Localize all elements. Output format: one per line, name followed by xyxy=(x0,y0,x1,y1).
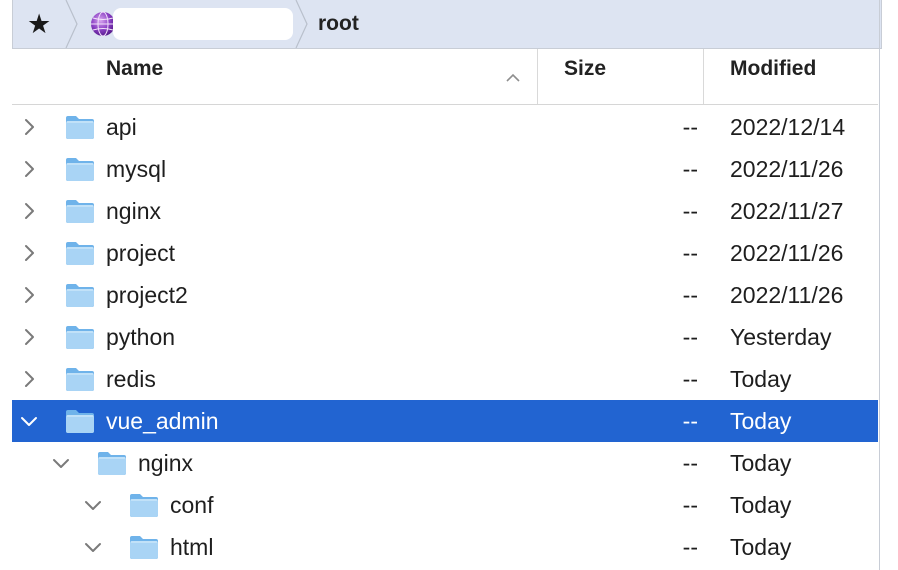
file-modified: 2022/11/26 xyxy=(730,240,844,266)
table-row[interactable]: vue_admin -- Today xyxy=(12,400,878,442)
folder-icon xyxy=(130,494,158,517)
table-row[interactable]: project -- 2022/11/26 xyxy=(12,232,878,274)
table-row[interactable]: conf -- Today xyxy=(12,484,878,526)
file-list: api -- 2022/12/14 mysql -- 2022/11/26 nginx -- 2… xyxy=(12,106,878,568)
file-name: python xyxy=(106,324,176,350)
chevron-right-icon[interactable] xyxy=(19,159,39,179)
folder-icon xyxy=(98,452,126,475)
file-name: api xyxy=(106,114,137,140)
file-size: -- xyxy=(682,408,698,434)
chevron-right-icon[interactable] xyxy=(19,243,39,263)
file-name: conf xyxy=(170,492,214,518)
file-name: project2 xyxy=(106,282,188,308)
file-modified: Today xyxy=(730,366,792,392)
column-name-label: Name xyxy=(106,57,164,80)
folder-icon xyxy=(66,284,94,307)
file-size: -- xyxy=(682,156,698,182)
file-name: vue_admin xyxy=(106,408,219,434)
file-modified: Today xyxy=(730,450,792,476)
file-size: -- xyxy=(682,282,698,308)
file-name: mysql xyxy=(106,156,167,182)
folder-icon xyxy=(66,410,94,433)
file-size: -- xyxy=(682,450,698,476)
file-modified: 2022/12/14 xyxy=(730,114,846,140)
window-border xyxy=(879,0,880,570)
chevron-down-icon[interactable] xyxy=(51,453,71,473)
table-row[interactable]: mysql -- 2022/11/26 xyxy=(12,148,878,190)
file-modified: 2022/11/26 xyxy=(730,282,844,308)
folder-icon xyxy=(66,242,94,265)
table-row[interactable]: api -- 2022/12/14 xyxy=(12,106,878,148)
chevron-up-icon xyxy=(506,73,520,82)
chevron-right-icon[interactable] xyxy=(19,201,39,221)
file-modified: Today xyxy=(730,492,792,518)
file-modified: 2022/11/27 xyxy=(730,198,844,224)
table-row[interactable]: nginx -- Today xyxy=(12,442,878,484)
table-row[interactable]: python -- Yesterday xyxy=(12,316,878,358)
chevron-down-icon[interactable] xyxy=(19,411,39,431)
column-header-name[interactable]: Name xyxy=(12,49,537,104)
chevron-down-icon[interactable] xyxy=(83,537,103,557)
file-size: -- xyxy=(682,324,698,350)
path-separator xyxy=(295,0,308,48)
host-name-field[interactable] xyxy=(113,8,293,40)
path-separator xyxy=(65,0,78,48)
file-name: redis xyxy=(106,366,156,392)
file-modified: 2022/11/26 xyxy=(730,156,844,182)
file-name: nginx xyxy=(138,450,193,476)
folder-icon xyxy=(66,368,94,391)
file-size: -- xyxy=(682,114,698,140)
table-row[interactable]: nginx -- 2022/11/27 xyxy=(12,190,878,232)
column-header-size[interactable]: Size xyxy=(538,49,703,104)
path-bar: ★ root xyxy=(12,0,882,49)
file-name: nginx xyxy=(106,198,161,224)
file-size: -- xyxy=(682,366,698,392)
file-modified: Yesterday xyxy=(730,324,832,350)
folder-icon xyxy=(66,116,94,139)
folder-icon xyxy=(66,200,94,223)
table-row[interactable]: redis -- Today xyxy=(12,358,878,400)
file-size: -- xyxy=(682,492,698,518)
folder-icon xyxy=(66,158,94,181)
chevron-down-icon[interactable] xyxy=(83,495,103,515)
chevron-right-icon[interactable] xyxy=(19,369,39,389)
file-name: html xyxy=(170,534,214,560)
file-size: -- xyxy=(682,198,698,224)
file-browser-window: ★ root Name Size Modified api -- 2022/12… xyxy=(0,0,898,570)
star-icon[interactable]: ★ xyxy=(27,9,51,39)
breadcrumb-root[interactable]: root xyxy=(318,11,359,37)
file-size: -- xyxy=(682,240,698,266)
chevron-right-icon[interactable] xyxy=(19,117,39,137)
folder-icon xyxy=(66,326,94,349)
file-size: -- xyxy=(682,534,698,560)
folder-icon xyxy=(130,536,158,559)
column-header-modified[interactable]: Modified xyxy=(704,49,878,104)
file-modified: Today xyxy=(730,408,792,434)
column-modified-label: Modified xyxy=(730,57,817,80)
column-header: Name Size Modified xyxy=(12,49,878,105)
table-row[interactable]: html -- Today xyxy=(12,526,878,568)
file-modified: Today xyxy=(730,534,792,560)
file-name: project xyxy=(106,240,176,266)
table-row[interactable]: project2 -- 2022/11/26 xyxy=(12,274,878,316)
chevron-right-icon[interactable] xyxy=(19,285,39,305)
chevron-right-icon[interactable] xyxy=(19,327,39,347)
column-size-label: Size xyxy=(564,57,607,80)
